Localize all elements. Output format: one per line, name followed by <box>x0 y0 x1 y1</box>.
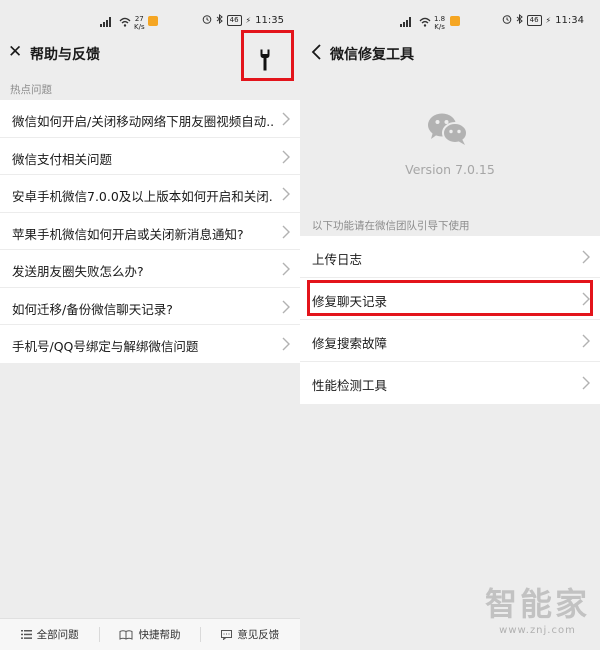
list-item-label: 手机号/QQ号绑定与解绑微信问题 <box>12 339 199 354</box>
repair-tool-button[interactable] <box>241 37 294 84</box>
page-title: 微信修复工具 <box>330 47 414 63</box>
chevron-right-icon <box>582 250 590 264</box>
upload-log-item[interactable]: 上传日志 <box>300 236 600 278</box>
signal-icon <box>100 17 116 29</box>
alarm-icon <box>502 14 512 27</box>
list-item[interactable]: 安卓手机微信7.0.0及以上版本如何开启和关闭... <box>0 175 300 213</box>
wechat-logo-icon <box>428 113 468 145</box>
list-item[interactable]: 微信如何开启/关闭移动网络下朋友圈视频自动... <box>0 100 300 138</box>
list-item[interactable]: 手机号/QQ号绑定与解绑微信问题 <box>0 325 300 363</box>
chevron-right-icon <box>582 376 590 390</box>
repair-options-list: 上传日志 修复聊天记录 修复搜索故障 性能检测工具 <box>300 236 600 404</box>
tab-label: 意见反馈 <box>237 629 280 641</box>
list-item-label: 苹果手机微信如何开启或关闭新消息通知? <box>12 226 244 242</box>
battery-level: 46 <box>526 15 542 26</box>
chevron-right-icon <box>282 187 290 201</box>
status-time: 11:35 <box>255 15 284 26</box>
watermark-text: 智能家 <box>484 585 590 623</box>
watermark-url: www.znj.com <box>499 625 576 636</box>
tab-label: 快捷帮助 <box>138 629 181 641</box>
page-title: 帮助与反馈 <box>30 47 100 63</box>
chevron-right-icon <box>582 334 590 348</box>
status-right: 46 ⚡ 11:34 <box>502 13 584 27</box>
usage-notice: 以下功能请在微信团队引导下使用 <box>312 220 470 232</box>
network-speed: 1.8 K/s <box>434 15 446 31</box>
list-item-label: 发送朋友圈失败怎么办? <box>12 264 144 279</box>
list-icon <box>20 630 32 639</box>
list-item[interactable]: 如何迁移/备份微信聊天记录? <box>0 288 300 325</box>
chevron-right-icon <box>282 150 290 163</box>
list-item[interactable]: 发送朋友圈失败怎么办? <box>0 250 300 288</box>
status-time: 11:34 <box>555 15 584 26</box>
list-item-label: 性能检测工具 <box>312 378 388 393</box>
list-item[interactable]: 微信支付相关问题 <box>0 138 300 175</box>
battery-level: 46 <box>226 15 242 26</box>
tab-feedback[interactable]: 意见反馈 <box>201 627 300 642</box>
nav-bar: 微信修复工具 <box>300 33 600 73</box>
charging-icon: ⚡ <box>245 16 252 25</box>
network-indicator: 27 K/s <box>100 15 145 31</box>
chevron-right-icon <box>282 225 290 238</box>
signal-icon <box>400 17 416 29</box>
wifi-icon <box>119 17 131 29</box>
wrench-icon <box>260 49 270 71</box>
list-item-label: 安卓手机微信7.0.0及以上版本如何开启和关闭... <box>12 189 274 204</box>
network-speed: 27 K/s <box>134 15 145 31</box>
tab-quick-help[interactable]: 快捷帮助 <box>100 627 201 642</box>
list-item[interactable]: 苹果手机微信如何开启或关闭新消息通知? <box>0 213 300 250</box>
charging-icon: ⚡ <box>545 16 552 25</box>
list-item-label: 上传日志 <box>312 252 363 267</box>
hot-questions-heading: 热点问题 <box>10 84 52 96</box>
notification-badge-icon <box>148 16 158 26</box>
list-item-label: 微信如何开启/关闭移动网络下朋友圈视频自动... <box>12 114 274 129</box>
repair-search-item[interactable]: 修复搜索故障 <box>300 320 600 362</box>
bluetooth-icon <box>216 13 223 27</box>
chevron-right-icon <box>282 300 290 313</box>
list-item-label: 修复搜索故障 <box>312 336 388 351</box>
watermark: 智能家 www.znj.com <box>485 579 590 636</box>
book-icon <box>119 629 133 640</box>
list-item-label: 修复聊天记录 <box>312 294 388 309</box>
tab-label: 全部问题 <box>36 629 79 641</box>
list-item-label: 微信支付相关问题 <box>12 151 113 167</box>
list-item-label: 如何迁移/备份微信聊天记录? <box>12 301 173 317</box>
status-right: 46 ⚡ 11:35 <box>202 13 284 27</box>
notification-badge-icon <box>450 16 460 26</box>
wifi-icon <box>419 17 431 29</box>
network-indicator: 1.8 K/s <box>400 15 445 31</box>
repair-chat-history-item[interactable]: 修复聊天记录 <box>300 278 600 320</box>
performance-check-item[interactable]: 性能检测工具 <box>300 362 600 404</box>
repair-tool-screen: 1.8 K/s 46 ⚡ 11:34 微信修复工具 Version 7.0.15 … <box>300 0 600 650</box>
help-feedback-screen: 27 K/s 46 ⚡ 11:35 ✕ 帮助与反馈 热点问题 微信如何开启/关闭移… <box>0 0 300 650</box>
chevron-right-icon <box>282 262 290 276</box>
tab-all-questions[interactable]: 全部问题 <box>0 627 101 642</box>
nav-bar: ✕ 帮助与反馈 <box>0 33 300 73</box>
back-arrow-icon[interactable] <box>310 42 324 62</box>
alarm-icon <box>202 14 212 27</box>
hot-questions-list: 微信如何开启/关闭移动网络下朋友圈视频自动... 微信支付相关问题 安卓手机微信… <box>0 100 300 363</box>
bluetooth-icon <box>516 13 523 27</box>
chevron-right-icon <box>282 337 290 351</box>
message-icon <box>221 629 233 640</box>
version-label: Version 7.0.15 <box>405 162 495 177</box>
close-icon[interactable]: ✕ <box>8 43 22 61</box>
chevron-right-icon <box>282 112 290 126</box>
chevron-right-icon <box>582 292 590 306</box>
bottom-tab-bar: 全部问题 快捷帮助 意见反馈 <box>0 618 300 650</box>
